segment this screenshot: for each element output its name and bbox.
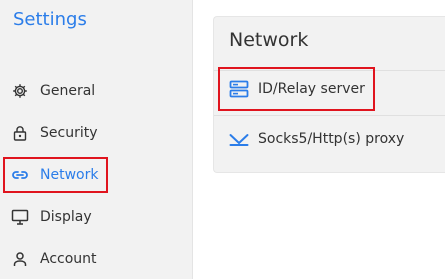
option-label: ID/Relay server	[258, 81, 365, 97]
sidebar-item-label: Display	[40, 209, 92, 225]
sidebar-item-label: Account	[40, 251, 97, 267]
divider	[214, 115, 445, 116]
sidebar-item-label: General	[40, 83, 96, 99]
proxy-icon	[229, 129, 249, 149]
gear-icon	[11, 82, 29, 100]
sidebar-item-security[interactable]: Security	[0, 118, 193, 148]
socks5-proxy-option[interactable]: Socks5/Http(s) proxy	[229, 124, 404, 154]
sidebar: Settings General Security Network Displa…	[0, 0, 193, 279]
link-icon	[11, 166, 29, 184]
lock-icon	[11, 124, 29, 142]
sidebar-item-display[interactable]: Display	[0, 202, 193, 232]
person-icon	[11, 250, 29, 268]
sidebar-item-general[interactable]: General	[0, 76, 193, 106]
option-label: Socks5/Http(s) proxy	[258, 131, 405, 147]
sidebar-item-label: Security	[40, 125, 98, 141]
monitor-icon	[11, 208, 29, 226]
main-content: Network ID/Relay server Socks5/Http(s) p…	[193, 0, 445, 279]
sidebar-item-account[interactable]: Account	[0, 244, 193, 274]
sidebar-item-network[interactable]: Network	[0, 160, 193, 190]
network-panel: Network ID/Relay server Socks5/Http(s) p…	[213, 16, 445, 173]
id-relay-server-option[interactable]: ID/Relay server	[229, 74, 365, 104]
app-title: Settings	[13, 9, 87, 30]
sidebar-item-label: Network	[40, 167, 99, 183]
divider	[214, 70, 445, 71]
server-icon	[229, 79, 249, 99]
panel-title: Network	[229, 29, 309, 51]
